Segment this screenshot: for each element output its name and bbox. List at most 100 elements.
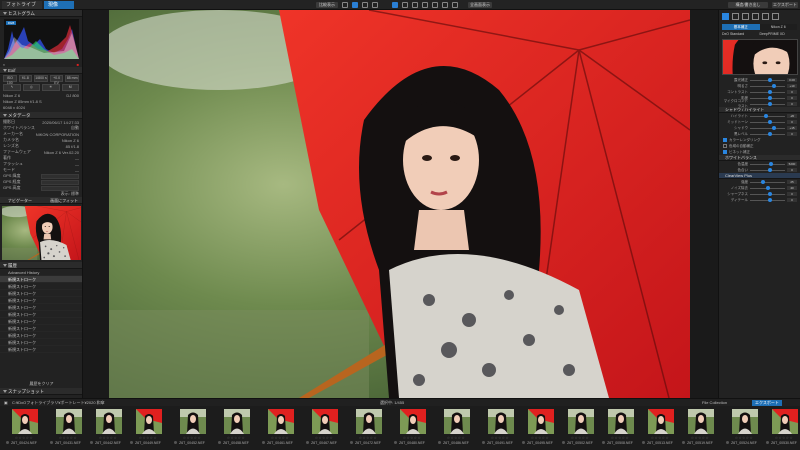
checkbox[interactable] <box>723 150 727 154</box>
rating-stars[interactable]: ☆☆☆☆☆ <box>348 436 388 440</box>
slider-value[interactable]: 0 <box>787 102 797 106</box>
filmstrip-thumbnail[interactable]: ☆☆☆☆☆ Z6T_00524.NEF <box>724 409 764 449</box>
slider-knob[interactable] <box>764 113 768 118</box>
filmstrip-thumbnail[interactable]: ☆☆☆☆☆ Z6T_00530.NEF <box>764 409 800 449</box>
slider-value[interactable]: 0 <box>787 168 797 172</box>
rating-stars[interactable]: ☆☆☆☆☆ <box>304 436 344 440</box>
tab-photo-library[interactable]: フォトライブラリ <box>2 1 42 16</box>
detail-palette-icon[interactable] <box>742 13 749 20</box>
slider-track[interactable] <box>750 191 785 196</box>
filmstrip-thumbnail[interactable]: ☆☆☆☆☆ Z6T_00486.NEF <box>436 409 476 449</box>
slider-value[interactable]: 0 <box>787 192 797 196</box>
history-header[interactable]: 履歴 <box>0 262 82 269</box>
watermark-palette-icon[interactable] <box>762 13 769 20</box>
history-item[interactable]: 新規ストローク <box>0 325 82 332</box>
compare-button[interactable]: 比較表示 <box>316 2 338 8</box>
light-palette-icon[interactable] <box>722 13 729 20</box>
slider-knob[interactable] <box>769 161 774 166</box>
filmstrip-thumbnail[interactable]: ☆☆☆☆☆ Z6T_00491.NEF <box>480 409 520 449</box>
clip-shadow-icon[interactable]: ◐ <box>3 62 5 67</box>
rating-stars[interactable]: ☆☆☆☆☆ <box>560 436 600 440</box>
profile-label[interactable]: DxO Standard <box>722 31 760 37</box>
color-palette-icon[interactable] <box>732 13 739 20</box>
history-item[interactable]: 新規ストローク <box>0 311 82 318</box>
slider-track[interactable] <box>750 89 785 94</box>
mask-icon[interactable] <box>452 2 458 8</box>
tab-basic[interactable]: 基本補正 <box>722 24 760 30</box>
exif-header[interactable]: Exif <box>0 67 82 74</box>
slider-knob[interactable] <box>765 185 770 190</box>
filmstrip-thumbnail[interactable]: ☆☆☆☆☆ Z6T_00442.NEF <box>88 409 128 449</box>
loupe-preview[interactable] <box>722 39 798 75</box>
rating-stars[interactable]: ☆☆☆☆☆ <box>764 436 800 440</box>
red-eye-icon[interactable] <box>422 2 428 8</box>
checkbox[interactable] <box>723 138 727 142</box>
snapshot-header[interactable]: スナップショット <box>0 388 82 395</box>
slider-track[interactable] <box>750 101 785 106</box>
slider-track[interactable] <box>750 161 785 166</box>
filmstrip-thumbnail[interactable]: ☆☆☆☆☆ Z6T_00467.NEF <box>304 409 344 449</box>
slider-track[interactable] <box>750 77 785 82</box>
filmstrip-thumbnail[interactable]: ☆☆☆☆☆ Z6T_00519.NEF <box>680 409 720 449</box>
slider-track[interactable] <box>750 125 785 130</box>
main-photo[interactable] <box>109 10 690 398</box>
filmstrip-thumbnail[interactable]: ☆☆☆☆☆ Z6T_00458.NEF <box>216 409 256 449</box>
filmstrip-thumbnail[interactable]: ☆☆☆☆☆ Z6T_00508.NEF <box>600 409 640 449</box>
history-item[interactable]: 新規ストローク <box>0 297 82 304</box>
crop-icon[interactable] <box>392 2 398 8</box>
history-item[interactable]: 新規ストローク <box>0 276 82 283</box>
slider-track[interactable] <box>750 197 785 202</box>
slider-value[interactable]: +10 <box>787 84 797 88</box>
rating-stars[interactable]: ☆☆☆☆☆ <box>724 436 764 440</box>
slider-value[interactable]: 40 <box>787 186 797 190</box>
clip-highlight-icon[interactable]: ■ <box>77 62 79 67</box>
filmstrip-thumbnail[interactable]: ☆☆☆☆☆ Z6T_00502.NEF <box>560 409 600 449</box>
local-adjust-icon[interactable] <box>442 2 448 8</box>
history-item[interactable]: Advanced History <box>0 269 82 276</box>
filmstrip-thumbnail[interactable]: ☆☆☆☆☆ Z6T_00452.NEF <box>172 409 212 449</box>
slider-value[interactable]: 0 <box>787 132 797 136</box>
slider-knob[interactable] <box>767 197 772 202</box>
slider-knob[interactable] <box>771 125 776 130</box>
navigator-preview[interactable] <box>2 206 81 260</box>
rating-stars[interactable]: ☆☆☆☆☆ <box>88 436 128 440</box>
zoom-icon[interactable] <box>362 2 368 8</box>
gps-lat-field[interactable] <box>41 173 79 179</box>
navigator-title[interactable]: ナビゲーター <box>0 197 50 203</box>
slider-track[interactable] <box>750 167 785 172</box>
export-settings-button[interactable]: 構造/書き出し <box>728 2 768 8</box>
history-item[interactable]: 新規ストローク <box>0 290 82 297</box>
history-item[interactable]: 新規ストローク <box>0 304 82 311</box>
perspective-icon[interactable] <box>412 2 418 8</box>
geometry-palette-icon[interactable] <box>752 13 759 20</box>
rating-stars[interactable]: ☆☆☆☆☆ <box>436 436 476 440</box>
rating-stars[interactable]: ☆☆☆☆☆ <box>260 436 300 440</box>
rating-stars[interactable]: ☆☆☆☆☆ <box>4 436 44 440</box>
rating-stars[interactable]: ☆☆☆☆☆ <box>172 436 212 440</box>
history-item[interactable]: 新規ストローク <box>0 283 82 290</box>
gps-lon-field[interactable] <box>41 179 79 185</box>
rating-stars[interactable]: ☆☆☆☆☆ <box>128 436 168 440</box>
histogram-header[interactable]: ヒストグラム <box>0 10 82 17</box>
slider-knob[interactable] <box>767 95 772 100</box>
slider-knob[interactable] <box>767 131 772 136</box>
fit-icon[interactable] <box>372 2 378 8</box>
rating-stars[interactable]: ☆☆☆☆☆ <box>520 436 560 440</box>
slider-track[interactable] <box>750 185 785 190</box>
slider-value[interactable]: +15 <box>787 126 797 130</box>
slider-value[interactable]: -20 <box>787 114 797 118</box>
slider-knob[interactable] <box>767 119 772 124</box>
rating-stars[interactable]: ☆☆☆☆☆ <box>392 436 432 440</box>
filmstrip-thumbnail[interactable]: ☆☆☆☆☆ Z6T_00431.NEF <box>48 409 88 449</box>
filmstrip-thumbnail[interactable]: ☆☆☆☆☆ Z6T_00480.NEF <box>392 409 432 449</box>
gps-alt-field[interactable] <box>41 185 79 191</box>
horizon-icon[interactable] <box>402 2 408 8</box>
favorites-icon[interactable] <box>772 13 779 20</box>
filmstrip-thumbnail[interactable]: ☆☆☆☆☆ Z6T_00495.NEF <box>520 409 560 449</box>
fullscreen-button[interactable]: 全画面表示 <box>468 2 492 8</box>
history-item[interactable]: 新規ストローク <box>0 332 82 339</box>
slider-knob[interactable] <box>767 191 772 196</box>
history-item[interactable]: 新規ストローク <box>0 318 82 325</box>
rating-stars[interactable]: ☆☆☆☆☆ <box>680 436 720 440</box>
zoom-label[interactable]: 画面にフィット <box>50 197 82 203</box>
